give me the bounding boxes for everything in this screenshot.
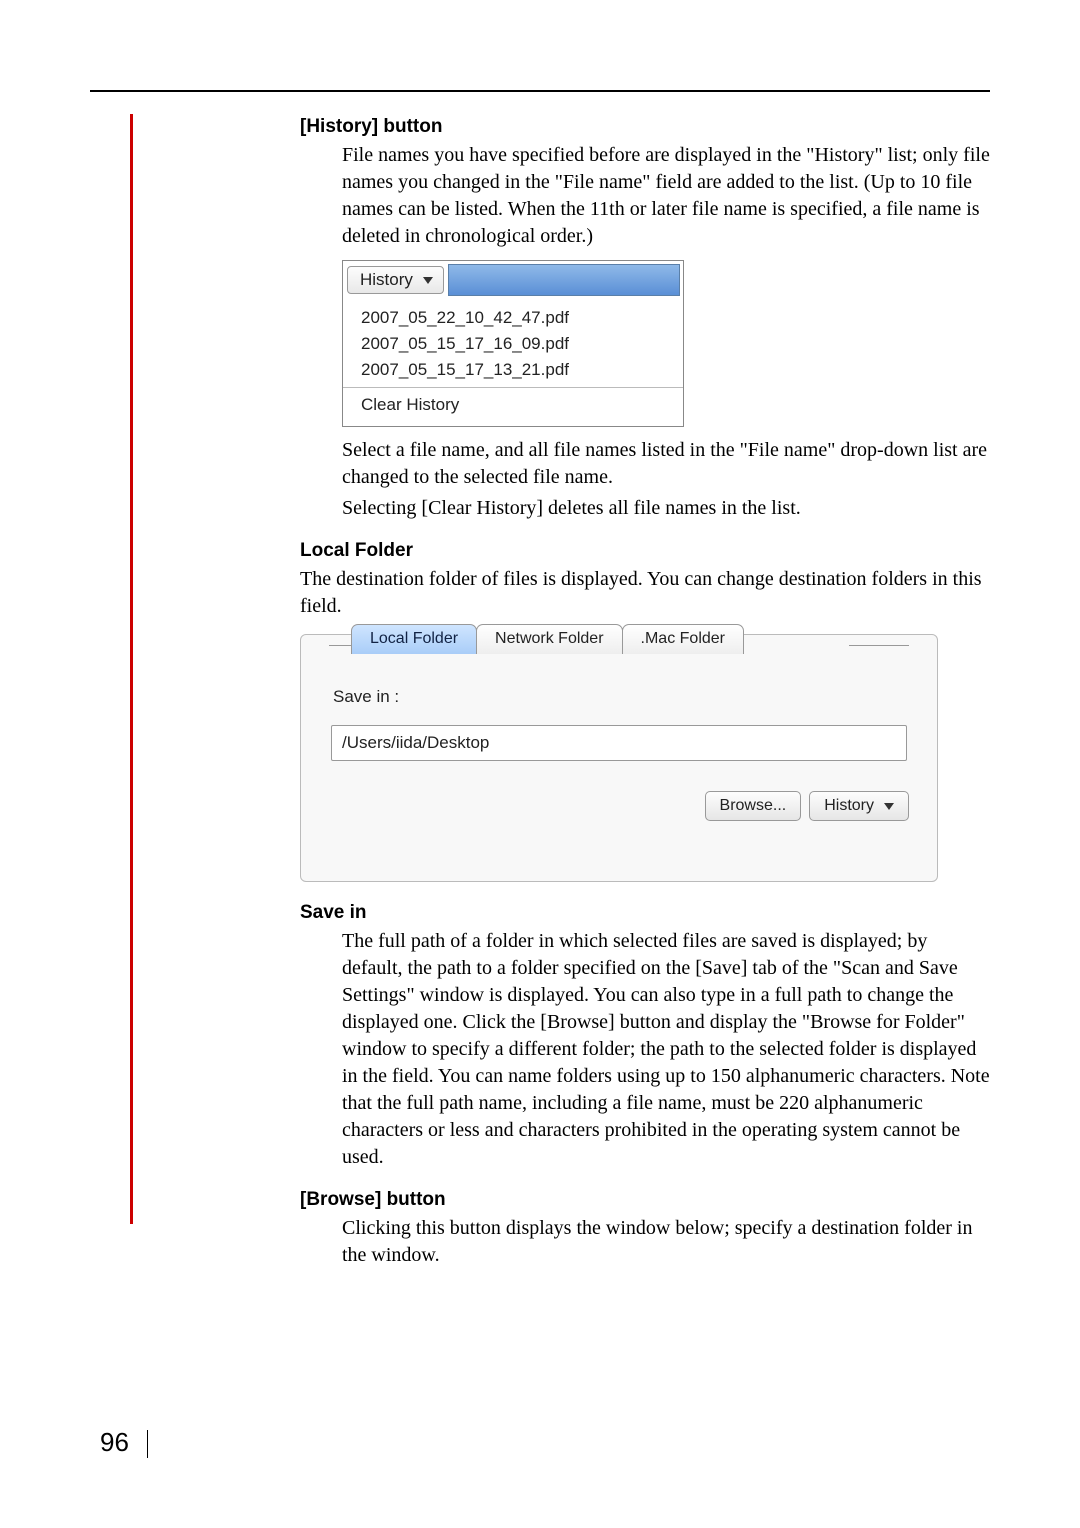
para-save-in: The full path of a folder in which selec… <box>342 928 990 1171</box>
tab-network-folder[interactable]: Network Folder <box>476 624 622 654</box>
history-button[interactable]: History <box>809 791 909 821</box>
history-dropdown-button[interactable]: History <box>347 266 444 294</box>
para-history-2: Select a file name, and all file names l… <box>342 437 990 491</box>
figure-folder-panel: Local Folder Network Folder .Mac Folder … <box>300 634 938 882</box>
history-menu-titlebar <box>448 264 680 296</box>
heading-save-in: Save in <box>300 902 990 924</box>
tab-local-folder[interactable]: Local Folder <box>351 624 477 654</box>
chevron-down-icon <box>884 803 894 810</box>
history-menu-item[interactable]: 2007_05_15_17_16_09.pdf <box>343 331 683 357</box>
tab-mac-folder[interactable]: .Mac Folder <box>622 624 744 654</box>
heading-local-folder: Local Folder <box>300 540 990 562</box>
history-dropdown-label: History <box>360 270 413 290</box>
menu-separator <box>343 387 683 388</box>
para-local-folder: The destination folder of files is displ… <box>300 566 990 620</box>
para-history-3: Selecting [Clear History] deletes all fi… <box>342 495 990 522</box>
history-button-label: History <box>824 797 874 815</box>
figure-history-menu: History 2007_05_22_10_42_47.pdf 2007_05_… <box>342 260 684 427</box>
history-menu-clear[interactable]: Clear History <box>343 392 683 418</box>
browse-button[interactable]: Browse... <box>705 791 802 821</box>
page-number: 96 <box>100 1427 148 1458</box>
para-history-1: File names you have specified before are… <box>342 142 990 250</box>
save-in-path-field[interactable]: /Users/iida/Desktop <box>331 725 907 761</box>
history-menu-list: 2007_05_22_10_42_47.pdf 2007_05_15_17_16… <box>343 299 683 426</box>
folder-tabs: Local Folder Network Folder .Mac Folder <box>351 623 909 653</box>
browse-button-label: Browse... <box>720 797 787 815</box>
left-red-bar <box>130 114 133 1224</box>
para-browse-button: Clicking this button displays the window… <box>342 1215 990 1269</box>
chevron-down-icon <box>423 277 433 284</box>
top-rule <box>90 90 990 92</box>
history-menu-item[interactable]: 2007_05_15_17_13_21.pdf <box>343 357 683 383</box>
history-menu-item[interactable]: 2007_05_22_10_42_47.pdf <box>343 305 683 331</box>
save-in-label: Save in : <box>333 687 905 707</box>
heading-history-button: [History] button <box>300 116 990 138</box>
heading-browse-button: [Browse] button <box>300 1189 990 1211</box>
